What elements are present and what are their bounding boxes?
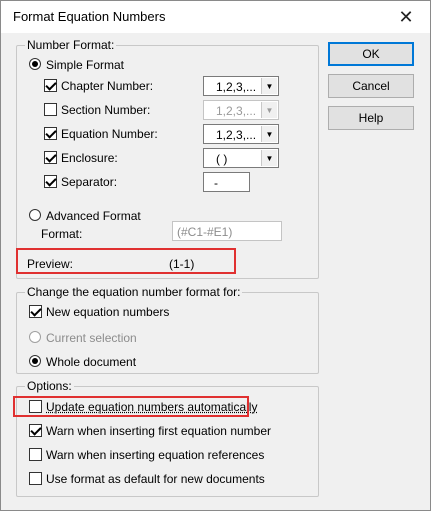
section-number-checkbox[interactable]	[44, 103, 57, 116]
whole-document-label: Whole document	[46, 355, 137, 369]
equation-number-label: Equation Number:	[61, 127, 158, 141]
warn-first-checkbox[interactable]	[29, 424, 42, 437]
use-default-checkbox[interactable]	[29, 472, 42, 485]
separator-checkbox[interactable]	[44, 175, 57, 188]
chapter-number-value: 1,2,3,...	[216, 80, 257, 94]
advanced-format-radio[interactable]	[29, 209, 41, 221]
section-number-value: 1,2,3,...	[216, 104, 257, 118]
update-automatically-highlight	[13, 396, 249, 417]
chapter-number-checkbox[interactable]	[44, 79, 57, 92]
current-selection-label: Current selection	[46, 331, 137, 345]
format-input[interactable]: (#C1-#E1)	[172, 221, 282, 241]
section-number-label: Section Number:	[61, 103, 151, 117]
separator-input[interactable]: -	[203, 172, 250, 192]
warn-references-checkbox[interactable]	[29, 448, 42, 461]
chevron-down-icon: ▼	[261, 78, 277, 94]
new-equation-numbers-label: New equation numbers	[46, 305, 170, 319]
chevron-down-icon: ▼	[261, 126, 277, 142]
chapter-number-select[interactable]: 1,2,3,... ▼	[203, 76, 279, 96]
section-number-select[interactable]: 1,2,3,... ▼	[203, 100, 279, 120]
warn-references-label: Warn when inserting equation references	[46, 448, 265, 462]
change-scope-legend: Change the equation number format for:	[27, 285, 241, 299]
format-value: (#C1-#E1)	[177, 225, 233, 239]
enclosure-checkbox[interactable]	[44, 151, 57, 164]
format-label: Format:	[41, 227, 83, 241]
title-bar: Format Equation Numbers ✕	[1, 1, 430, 33]
whole-document-radio[interactable]	[29, 355, 41, 367]
separator-value: -	[214, 176, 218, 190]
simple-format-radio[interactable]	[29, 58, 41, 70]
chevron-down-icon: ▼	[261, 150, 277, 166]
current-selection-radio[interactable]	[29, 331, 41, 343]
preview-highlight	[16, 248, 236, 274]
equation-number-checkbox[interactable]	[44, 127, 57, 140]
format-equation-numbers-dialog: Format Equation Numbers ✕ Number Format:…	[0, 0, 431, 511]
equation-number-value: 1,2,3,...	[216, 128, 257, 142]
close-icon: ✕	[398, 6, 414, 27]
use-default-label: Use format as default for new documents	[46, 472, 265, 486]
separator-label: Separator:	[61, 175, 118, 189]
chevron-down-icon: ▼	[261, 102, 277, 118]
advanced-format-label: Advanced Format	[46, 209, 141, 223]
enclosure-value: ( )	[216, 152, 228, 166]
number-format-legend: Number Format:	[27, 38, 115, 52]
window-title: Format Equation Numbers	[13, 9, 166, 24]
ok-button[interactable]: OK	[328, 42, 414, 66]
simple-format-label: Simple Format	[46, 58, 125, 72]
enclosure-label: Enclosure:	[61, 151, 118, 165]
equation-number-select[interactable]: 1,2,3,... ▼	[203, 124, 279, 144]
cancel-button[interactable]: Cancel	[328, 74, 414, 98]
help-button[interactable]: Help	[328, 106, 414, 130]
new-equation-numbers-checkbox[interactable]	[29, 305, 42, 318]
warn-first-label: Warn when inserting first equation numbe…	[46, 424, 271, 438]
enclosure-select[interactable]: ( ) ▼	[203, 148, 279, 168]
close-button[interactable]: ✕	[386, 3, 426, 31]
chapter-number-label: Chapter Number:	[61, 79, 154, 93]
options-legend: Options:	[27, 379, 72, 393]
